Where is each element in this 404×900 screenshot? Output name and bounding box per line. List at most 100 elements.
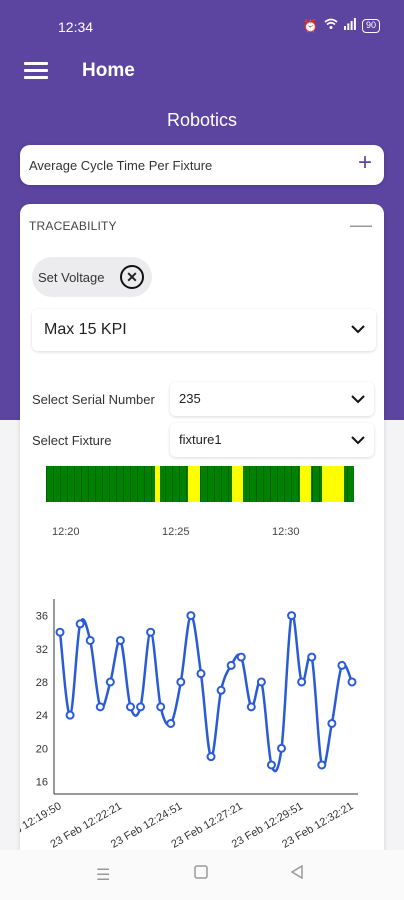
data-point — [115, 635, 125, 645]
system-nav-bar: ☰ — [0, 850, 404, 900]
status-time: 12:34 — [58, 19, 94, 35]
data-point — [176, 677, 186, 687]
chevron-down-icon — [350, 391, 366, 407]
timeline-tick — [256, 466, 257, 502]
timeline-tick — [277, 466, 278, 502]
data-point — [327, 718, 337, 728]
serial-number-select[interactable]: 235 — [170, 382, 374, 416]
status-bar: 12:34 ⏰ 90 — [0, 0, 404, 54]
data-point — [95, 702, 105, 712]
back-triangle-icon[interactable] — [290, 864, 304, 884]
timeline-tick — [102, 466, 103, 502]
minus-icon[interactable]: — — [350, 212, 372, 238]
timeline-time-label: 12:20 — [52, 526, 80, 538]
data-point — [287, 611, 297, 621]
timeline-tick — [249, 466, 250, 502]
chevron-down-icon — [350, 321, 366, 337]
fixture-select[interactable]: fixture1 — [170, 423, 374, 457]
timeline-tick — [207, 466, 208, 502]
cycle-time-card-label: Average Cycle Time Per Fixture — [29, 158, 213, 173]
timeline-tick — [67, 466, 68, 502]
timeline-warning-segment — [232, 466, 244, 502]
data-point — [277, 743, 287, 753]
timeline-tick — [144, 466, 145, 502]
kpi-select-value: Max 15 KPI — [44, 321, 127, 338]
timeline-tick — [179, 466, 180, 502]
square-icon[interactable] — [194, 865, 208, 884]
timeline-tick — [291, 466, 292, 502]
timeline-tick — [298, 466, 299, 502]
chevron-down-icon — [350, 432, 366, 448]
series-line — [58, 613, 354, 773]
data-point — [186, 611, 196, 621]
wifi-icon — [324, 18, 338, 33]
signal-icon — [343, 18, 356, 33]
timeline-warning-segment — [187, 466, 200, 502]
timeline-tick — [172, 466, 173, 502]
timeline-tick — [130, 466, 131, 502]
timeline-tick — [53, 466, 54, 502]
status-icons: ⏰ 90 — [303, 18, 380, 33]
y-tick-label: 28 — [36, 677, 48, 689]
data-point — [85, 635, 95, 645]
timeline-tick — [74, 466, 75, 502]
timeline-tick — [95, 466, 96, 502]
y-tick-label: 16 — [36, 777, 48, 789]
y-tick-label: 36 — [36, 611, 48, 623]
menu-icon[interactable]: ☰ — [96, 865, 110, 885]
data-point — [226, 660, 236, 670]
alarm-icon: ⏰ — [303, 18, 318, 33]
timeline-tick — [214, 466, 215, 502]
data-point — [125, 702, 135, 712]
section-title: Robotics — [166, 110, 238, 130]
data-point — [196, 669, 206, 679]
timeline-tick — [116, 466, 117, 502]
timeline-tick — [221, 466, 222, 502]
data-point — [246, 702, 256, 712]
data-point — [75, 619, 85, 629]
data-point — [236, 652, 246, 662]
timeline-tick — [312, 466, 313, 502]
timeline-tick — [228, 466, 229, 502]
timeline-tick — [284, 466, 285, 502]
filter-chip: Set Voltage ✕ — [32, 257, 152, 297]
timeline-tick — [81, 466, 82, 502]
timeline-tick — [270, 466, 271, 502]
data-point — [146, 627, 156, 637]
timeline-tick — [151, 466, 152, 502]
data-point — [216, 685, 226, 695]
battery-icon: 90 — [361, 18, 380, 33]
hamburger-menu-icon[interactable] — [24, 62, 48, 80]
plus-icon[interactable]: + — [358, 151, 372, 175]
timeline-tick — [347, 466, 348, 502]
y-tick-label: 24 — [36, 710, 48, 722]
kpi-select[interactable]: Max 15 KPI — [32, 309, 376, 351]
timeline-tick — [319, 466, 320, 502]
timeline-time-label: 12:25 — [162, 526, 190, 538]
serial-number-label: Select Serial Number — [32, 392, 155, 407]
data-point — [166, 718, 176, 728]
voltage-line-chart: 16202428323623 Feb 12:19:5023 Feb 12:22:… — [20, 599, 358, 851]
status-timeline — [46, 466, 354, 502]
y-tick-label: 20 — [36, 743, 48, 755]
traceability-label: TRACEABILITY — [29, 219, 117, 233]
fixture-value: fixture1 — [179, 432, 222, 447]
app-title: Home — [82, 60, 135, 81]
data-point — [307, 652, 317, 662]
timeline-warning-segment — [300, 466, 311, 502]
data-point — [105, 677, 115, 687]
timeline-tick — [137, 466, 138, 502]
traceability-card: TRACEABILITY — Set Voltage ✕ Max 15 KPI … — [20, 204, 384, 900]
timeline-tick — [46, 466, 47, 502]
fixture-label: Select Fixture — [32, 433, 112, 448]
data-point — [55, 627, 65, 637]
timeline-tick — [88, 466, 89, 502]
app-bar: Home — [0, 54, 404, 94]
timeline-time-label: 12:30 — [272, 526, 300, 538]
data-point — [65, 710, 75, 720]
chip-label: Set Voltage — [38, 270, 105, 285]
cycle-time-card[interactable]: Average Cycle Time Per Fixture + — [20, 145, 384, 185]
timeline-tick — [60, 466, 61, 502]
y-tick-label: 32 — [36, 644, 48, 656]
close-circle-icon[interactable]: ✕ — [120, 265, 144, 289]
